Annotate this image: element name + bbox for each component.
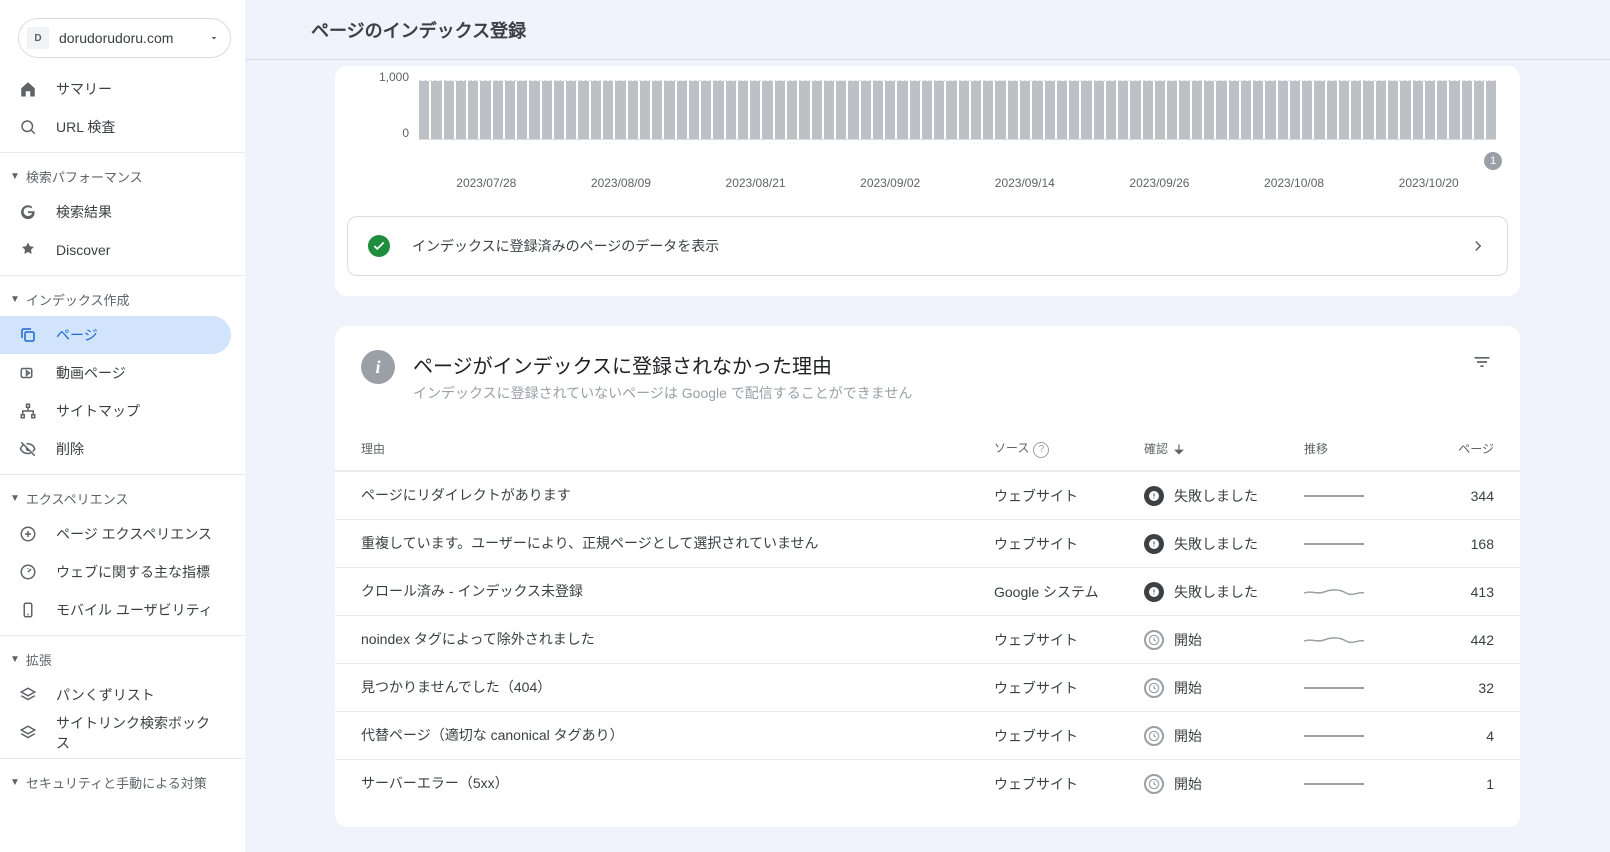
sort-down-icon: [1172, 442, 1186, 456]
layers-icon: [18, 685, 38, 705]
table-row[interactable]: 見つかりませんでした（404） ウェブサイト 開始 32: [335, 663, 1520, 711]
twisty-icon: ▼: [10, 777, 20, 788]
status-icon: [1144, 534, 1164, 554]
reasons-card: i ページがインデックスに登録されなかった理由 インデックスに登録されていないペ…: [335, 326, 1520, 827]
topbar: ページのインデックス登録: [245, 0, 1610, 60]
site-favicon: D: [27, 27, 49, 49]
sparkline: [1304, 543, 1434, 545]
check-circle-icon: [368, 235, 390, 257]
section-header[interactable]: ▼セキュリティと手動による対策: [0, 765, 245, 799]
sparkline: [1304, 783, 1434, 785]
nav-layers[interactable]: パンくずリスト: [0, 676, 231, 714]
sparkline: [1304, 735, 1434, 737]
nav-search[interactable]: URL 検査: [0, 108, 231, 146]
status-icon: [1144, 726, 1164, 746]
caret-down-icon: [208, 32, 220, 44]
table-row[interactable]: サーバーエラー（5xx） ウェブサイト 開始 1: [335, 759, 1520, 807]
nav-copy[interactable]: ページ: [0, 316, 231, 354]
nav-speed[interactable]: ウェブに関する主な指標: [0, 553, 231, 591]
reasons-subtitle: インデックスに登録されていないページは Google で配信することができません: [413, 383, 1452, 403]
page-title: ページのインデックス登録: [311, 17, 526, 43]
help-icon[interactable]: ?: [1033, 442, 1049, 458]
sparkline: [1304, 633, 1434, 647]
twisty-icon: ▼: [10, 493, 20, 504]
col-pages[interactable]: ページ: [1434, 440, 1494, 457]
nav-hide[interactable]: 削除: [0, 430, 231, 468]
section-header[interactable]: ▼検索パフォーマンス: [0, 159, 245, 193]
nav-home[interactable]: サマリー: [0, 70, 231, 108]
reasons-title: ページがインデックスに登録されなかった理由: [413, 350, 1452, 379]
col-source[interactable]: ソース?: [994, 439, 1144, 458]
table-row[interactable]: ページにリダイレクトがあります ウェブサイト 失敗しました 344: [335, 471, 1520, 519]
video-icon: [18, 363, 38, 383]
filter-icon[interactable]: [1470, 350, 1494, 374]
chart-card: 1,000 0 2023/07/282023/08/092023/08/2120…: [335, 66, 1520, 296]
nav-sitemap[interactable]: サイトマップ: [0, 392, 231, 430]
star-icon: [18, 240, 38, 260]
table-row[interactable]: noindex タグによって除外されました ウェブサイト 開始 442: [335, 615, 1520, 663]
mobile-icon: [18, 600, 38, 620]
layers-icon: [18, 723, 38, 743]
col-confirm[interactable]: 確認: [1144, 440, 1304, 457]
indexed-data-link[interactable]: インデックスに登録済みのページのデータを表示: [347, 216, 1508, 276]
col-trend[interactable]: 推移: [1304, 440, 1434, 457]
chart-x-axis: 2023/07/282023/08/092023/08/212023/09/02…: [419, 176, 1496, 190]
reasons-table: 理由 ソース? 確認 推移 ページ ページにリダイレクトがあります ウェブサイト…: [335, 427, 1520, 807]
site-selector[interactable]: D dorudorudoru.com: [18, 18, 231, 58]
table-row[interactable]: 重複しています。ユーザーにより、正規ページとして選択されていません ウェブサイト…: [335, 519, 1520, 567]
sidebar: D dorudorudoru.com サマリーURL 検査 ▼検索パフォーマンス…: [0, 0, 245, 852]
table-header: 理由 ソース? 確認 推移 ページ: [335, 427, 1520, 471]
plus-circle-icon: [18, 524, 38, 544]
section-header[interactable]: ▼エクスペリエンス: [0, 481, 245, 515]
speed-icon: [18, 562, 38, 582]
nav-plus-circle[interactable]: ページ エクスペリエンス: [0, 515, 231, 553]
nav-mobile[interactable]: モバイル ユーザビリティ: [0, 591, 231, 629]
status-icon: [1144, 678, 1164, 698]
status-icon: [1144, 486, 1164, 506]
sparkline: [1304, 585, 1434, 599]
table-row[interactable]: 代替ページ（適切な canonical タグあり） ウェブサイト 開始 4: [335, 711, 1520, 759]
nav-g[interactable]: 検索結果: [0, 193, 231, 231]
content-scroll[interactable]: 1,000 0 2023/07/282023/08/092023/08/2120…: [245, 60, 1610, 852]
twisty-icon: ▼: [10, 294, 20, 305]
twisty-icon: ▼: [10, 654, 20, 665]
status-icon: [1144, 582, 1164, 602]
table-row[interactable]: クロール済み - インデックス未登録 Google システム 失敗しました 41…: [335, 567, 1520, 615]
nav-star[interactable]: Discover: [0, 231, 231, 269]
site-domain: dorudorudoru.com: [59, 30, 198, 46]
status-icon: [1144, 630, 1164, 650]
sparkline: [1304, 687, 1434, 689]
g-icon: [18, 202, 38, 222]
section-header[interactable]: ▼拡張: [0, 642, 245, 676]
chevron-right-icon: [1469, 237, 1487, 255]
chart-y-axis: 1,000 0: [359, 70, 419, 140]
col-reason[interactable]: 理由: [361, 440, 994, 458]
search-icon: [18, 117, 38, 137]
nav-layers[interactable]: サイトリンク検索ボックス: [0, 714, 231, 752]
copy-icon: [18, 325, 38, 345]
chart-marker-badge: 1: [1484, 152, 1502, 170]
status-icon: [1144, 774, 1164, 794]
section-header[interactable]: ▼インデックス作成: [0, 282, 245, 316]
nav-video[interactable]: 動画ページ: [0, 354, 231, 392]
home-icon: [18, 79, 38, 99]
sparkline: [1304, 495, 1434, 497]
info-icon: i: [361, 350, 395, 384]
hide-icon: [18, 439, 38, 459]
main: ページのインデックス登録 1,000 0 2023/07/282023/08/0…: [245, 0, 1610, 852]
sitemap-icon: [18, 401, 38, 421]
chart-bars: [419, 80, 1496, 140]
twisty-icon: ▼: [10, 171, 20, 182]
